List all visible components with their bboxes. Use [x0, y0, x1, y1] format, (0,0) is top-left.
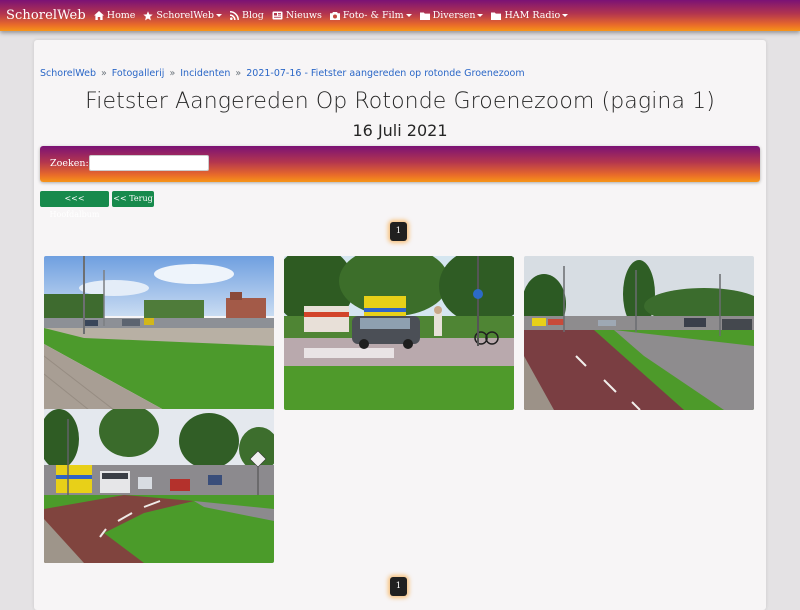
breadcrumb-separator: »: [235, 68, 242, 79]
brand-link[interactable]: SchorelWeb: [0, 8, 86, 23]
nav-blog-label: Blog: [241, 10, 264, 21]
search-label: Zoeken:: [50, 158, 89, 169]
pagination-page-1-bottom[interactable]: 1: [390, 577, 407, 596]
content-card: SchorelWeb » Fotogallerij » Incidenten » 2021-…: [34, 40, 766, 610]
photo-thumbnail: [284, 256, 514, 410]
breadcrumb-link-incidenten[interactable]: Incidenten: [180, 68, 230, 79]
page-title: Fietster Aangereden Op Rotonde Groenezoo…: [85, 89, 715, 114]
photo-thumbnail: [44, 409, 274, 563]
photo-thumbnail: [524, 256, 754, 410]
breadcrumb-separator: »: [100, 68, 107, 79]
nav-home[interactable]: Home: [93, 10, 136, 21]
photo-thumbnail: [44, 256, 274, 410]
nav-foto-film-label: Foto- & Film: [342, 10, 404, 21]
rss-icon: [229, 11, 239, 20]
chevron-down-icon: [215, 14, 222, 17]
search-bar: Zoeken:: [40, 146, 760, 182]
nav-home-label: Home: [106, 10, 136, 21]
folder-icon: [419, 12, 430, 20]
nav-nieuws-label: Nieuws: [285, 10, 322, 21]
nav-schorelweb-dropdown[interactable]: SchorelWeb: [143, 10, 222, 21]
chevron-down-icon: [405, 14, 412, 17]
nav-ham-radio-dropdown[interactable]: HAM Radio: [491, 10, 569, 21]
breadcrumb-link-album[interactable]: 2021-07-16 - Fietster aangereden op roto…: [246, 68, 524, 79]
newspaper-icon: [272, 11, 283, 20]
breadcrumb-link-schorelweb[interactable]: SchorelWeb: [40, 68, 96, 79]
chevron-down-icon: [477, 14, 484, 17]
nav-foto-film-dropdown[interactable]: Foto- & Film: [329, 10, 412, 21]
folder-icon: [491, 12, 502, 20]
nav-diversen-dropdown[interactable]: Diversen: [419, 10, 484, 21]
gallery-photo-1[interactable]: [44, 256, 274, 410]
main-album-button[interactable]: <<< Hoofdalbum: [40, 191, 109, 219]
nav-ham-radio-label: HAM Radio: [504, 10, 561, 21]
breadcrumb-separator: »: [169, 68, 176, 79]
gallery-photo-4[interactable]: [44, 409, 274, 563]
back-button[interactable]: << Terug: [112, 191, 154, 207]
top-navbar: SchorelWeb Home SchorelWeb Blog Nieuws F…: [0, 0, 800, 31]
pagination-page-1-top[interactable]: 1: [390, 222, 407, 241]
star-icon: [143, 10, 154, 20]
nav-blog[interactable]: Blog: [229, 10, 264, 21]
chevron-down-icon: [562, 14, 569, 17]
nav-nieuws[interactable]: Nieuws: [272, 10, 322, 21]
home-icon: [93, 11, 104, 20]
page-subtitle-date: 16 Juli 2021: [352, 121, 448, 140]
gallery-photo-3[interactable]: [524, 256, 754, 410]
nav-schorelweb-label: SchorelWeb: [156, 10, 214, 21]
camera-icon: [329, 12, 340, 20]
nav-diversen-label: Diversen: [432, 10, 476, 21]
breadcrumb-link-fotogallerij[interactable]: Fotogallerij: [112, 68, 165, 79]
gallery-photo-2[interactable]: [284, 256, 514, 410]
breadcrumb: SchorelWeb » Fotogallerij » Incidenten » 2021-…: [40, 68, 525, 79]
search-input[interactable]: [89, 155, 209, 171]
